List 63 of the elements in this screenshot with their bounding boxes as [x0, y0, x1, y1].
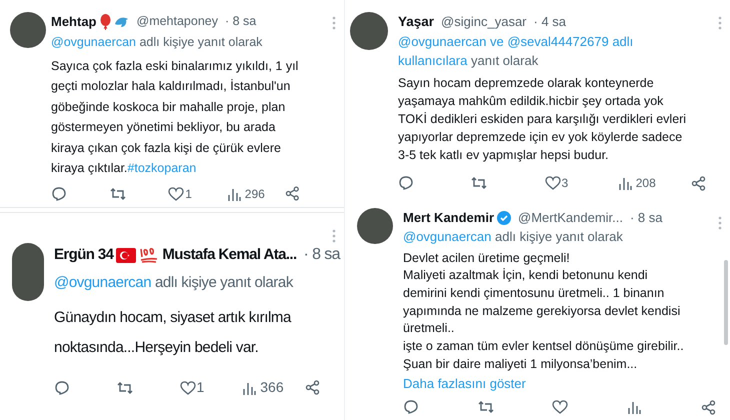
view-count: 208 [636, 175, 656, 192]
heart-icon[interactable] [180, 380, 196, 396]
heart-icon[interactable] [168, 186, 184, 202]
avatar[interactable] [12, 243, 44, 301]
repost-icon[interactable] [471, 175, 488, 192]
hundred-points-icon [139, 246, 160, 264]
tweet-text: Günaydın hocam, siyaset artık kırılma noktasında...Herşeyin bedeli var. [54, 308, 292, 358]
views-chart-icon[interactable] [226, 186, 241, 200]
post-time: · 8 sa [630, 209, 662, 227]
share-icon[interactable] [701, 400, 716, 415]
repost-icon[interactable] [110, 186, 126, 202]
like-count: 3 [562, 175, 568, 192]
repost-icon[interactable] [478, 399, 494, 416]
avatar[interactable] [10, 12, 46, 48]
like-count: 1 [196, 378, 204, 397]
mention-link[interactable]: @ovgunaercan [51, 34, 136, 48]
reply-label: adlı kişiye yanıt olarak [139, 34, 262, 48]
heart-icon[interactable] [552, 399, 568, 416]
avatar[interactable] [350, 12, 388, 50]
post-time: · 4 sa [534, 13, 566, 32]
user-handle: @siginc_yasar [441, 13, 526, 32]
display-name: Mustafa Kemal Ata... [162, 244, 297, 265]
reply-icon[interactable] [51, 186, 67, 202]
share-icon[interactable] [285, 186, 300, 201]
views-chart-icon[interactable] [626, 400, 640, 414]
display-name: Mert Kandemir [403, 209, 494, 227]
hashtag-link[interactable]: #tozkoparan [127, 161, 196, 175]
share-icon[interactable] [305, 380, 320, 395]
reply-label: adlı kişiye yanıt olarak [154, 274, 293, 291]
verified-badge-icon [497, 210, 512, 225]
view-count: 366 [260, 378, 284, 397]
tweet-text: Sayın hocam depremzede olarak konteynerde yaşamaya mahkûm edildik.hicbir şey ortada yok TOKİ dedikleri eskiden para karşılığı verdikleri evleri yapıyorlar depremzede için ev yok köylerde sadece 3-5 tek katlı ev yapmışlar hepsi budur. [398, 75, 688, 164]
avatar[interactable] [357, 208, 393, 244]
scrollbar-thumb[interactable] [724, 260, 728, 345]
reply-icon[interactable] [403, 399, 419, 416]
reply-icon[interactable] [398, 175, 414, 192]
heart-icon[interactable] [544, 175, 560, 192]
mention-link[interactable]: @ovgunaercan [403, 228, 492, 244]
display-name: Yaşar [398, 13, 434, 31]
balloon-icon [100, 14, 110, 30]
reply-label: yanıt olarak [471, 53, 538, 68]
display-name: Ergün 34 [54, 244, 114, 265]
dolphin-icon [114, 14, 130, 29]
views-chart-icon[interactable] [618, 176, 632, 190]
reply-icon[interactable] [54, 380, 70, 396]
views-chart-icon[interactable] [242, 380, 256, 394]
like-count: 1 [185, 186, 192, 202]
show-more-link[interactable]: Daha fazlasını göster [403, 375, 526, 394]
tweet-text: Sayıca çok fazla eski binalarımız yıkıldı, 1 yıl geçti molozlar hala kaldırılmadı, İstanbul'un göbeğinde koskoca bir mahalle proje, plan göstermeyen yönetimi bekliyor, bu arada kiraya çıkan çok fazla kişi de çürük evlere kiraya çıktılar.#tozkoparan [51, 58, 300, 177]
tweet-text: Devlet acilen üretime geçmeli! Maliyeti azaltmak İçin, kendi betonunu kendi demirini kendi çimentosunu üretmeli.. 1 binanın yapımında ne malzeme gerekiyorsa devlet kendisi üretmeli.. işte o zaman tüm evler kentsel dönüşüme girebilir.. Şuan bir daire maliyeti 1 milyonsa’benim... [403, 250, 685, 373]
view-count: 296 [244, 186, 265, 202]
display-name: Mehtap [51, 13, 96, 31]
flag-icon [116, 248, 136, 262]
repost-icon[interactable] [116, 380, 133, 396]
mention-link[interactable]: @ovgunaercan ve @seval44472679 adlı [398, 34, 634, 50]
share-icon[interactable] [691, 176, 706, 191]
post-time: · 8 sa [225, 13, 256, 30]
mention-link[interactable]: @ovgunaercan [54, 274, 152, 291]
mention-link[interactable]: kullanıcılara [398, 53, 468, 68]
user-handle: @MertKandemir... [518, 209, 623, 227]
user-handle: @mehtaponey [136, 13, 218, 30]
post-time: · 8 sa [304, 245, 340, 265]
reply-label: adlı kişiye yanıt olarak [495, 228, 623, 244]
